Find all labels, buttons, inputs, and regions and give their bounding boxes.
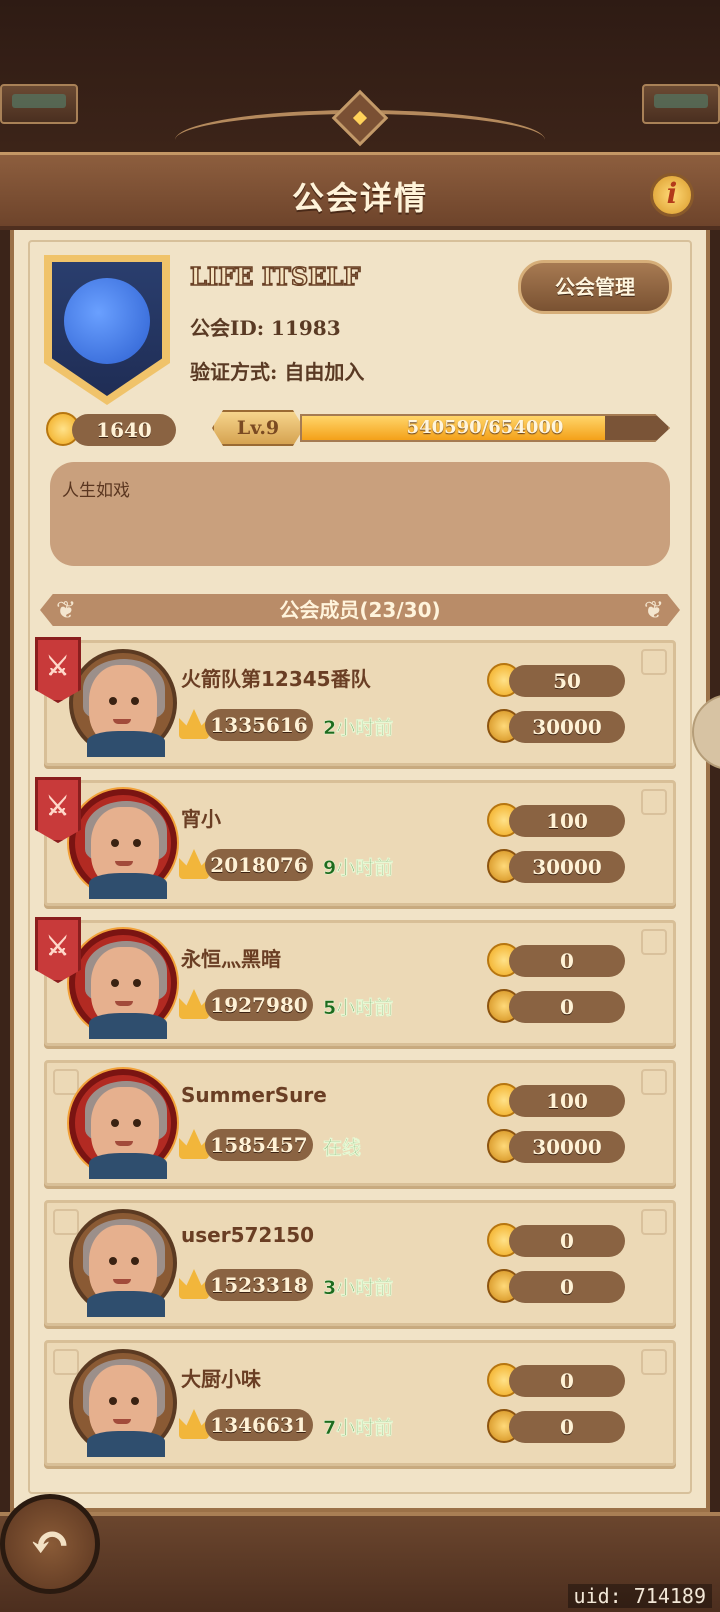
member-gold: 30000 [509, 711, 625, 743]
member-contribution: 0 [509, 945, 625, 977]
page-title: 公会详情 [291, 179, 428, 217]
avatar-eye [133, 979, 141, 987]
member-gold: 0 [509, 991, 625, 1023]
guild-level-badge: Lv.9 [212, 410, 304, 446]
guild-id: 公会ID: 11983 [190, 316, 341, 340]
avatar-eye [133, 839, 141, 847]
avatar-eye [131, 1397, 139, 1405]
avatar-mouth [115, 1141, 133, 1146]
member-avatar[interactable] [69, 649, 177, 757]
member-name: 永恒灬黑暗 [181, 947, 281, 971]
avatar-eye [109, 697, 117, 705]
guild-coins: 1640 [72, 414, 176, 446]
member-gold: 30000 [509, 1131, 625, 1163]
avatar-mouth [113, 1279, 131, 1284]
member-last-seen: 在线 [323, 1137, 362, 1160]
member-row[interactable]: SummerSure 1585457 在线 100 30000 [44, 1060, 676, 1186]
member-contribution: 50 [509, 665, 625, 697]
member-avatar[interactable] [69, 929, 177, 1039]
member-gold: 30000 [509, 851, 625, 883]
guild-xp-text: 540590/654000 [406, 417, 564, 438]
avatar-coat [87, 731, 165, 757]
member-row[interactable]: ⚔ 永恒灬黑暗 1927980 5小时前 0 0 [35, 917, 676, 1046]
officer-rank-badge-icon: ⚔ [35, 917, 81, 983]
avatar-eye [109, 1257, 117, 1265]
member-gold: 0 [509, 1271, 625, 1303]
avatar-eye [133, 1119, 141, 1127]
uid-label: uid: 714189 [567, 1584, 712, 1608]
avatar-eye [111, 979, 119, 987]
avatar-eye [109, 1397, 117, 1405]
member-battle-power: 1335616 [205, 709, 313, 741]
member-avatar[interactable] [69, 1209, 177, 1317]
avatar-coat [87, 1431, 165, 1457]
member-avatar[interactable] [69, 1069, 177, 1179]
avatar-coat [89, 1153, 167, 1179]
member-avatar[interactable] [69, 1349, 177, 1457]
right-pillar-decoration [642, 84, 720, 124]
member-battle-power: 1523318 [205, 1269, 313, 1301]
member-name: 宵小 [181, 807, 221, 831]
guild-name: LIFE ITSELF [189, 261, 361, 292]
member-last-seen: 5小时前 [323, 997, 394, 1020]
member-last-seen: 7小时前 [323, 1417, 394, 1440]
avatar-mouth [113, 1419, 131, 1424]
member-last-seen: 2小时前 [323, 717, 394, 740]
bottom-bar: uid: 714189 [0, 1512, 720, 1612]
avatar-eye [111, 839, 119, 847]
member-battle-power: 1585457 [205, 1129, 313, 1161]
member-row[interactable]: ⚔ 宵小 2018076 9小时前 100 30000 [35, 777, 676, 906]
members-section-header: ❦ 公会成员(23/30) ❦ [40, 594, 680, 626]
title-bar: 公会详情 i [0, 152, 720, 230]
guild-manage-button[interactable]: 公会管理 [518, 260, 672, 314]
member-last-seen: 3小时前 [323, 1277, 394, 1300]
info-button[interactable]: i [650, 173, 694, 217]
officer-rank-badge-icon: ⚔ [35, 637, 81, 703]
member-battle-power: 1346631 [205, 1409, 313, 1441]
member-last-seen: 9小时前 [323, 857, 394, 880]
member-row[interactable]: user572150 1523318 3小时前 0 0 [44, 1200, 676, 1326]
member-name: 大厨小味 [181, 1367, 261, 1391]
left-pillar-decoration [0, 84, 78, 124]
guild-notice-box: 人生如戏 [50, 462, 670, 566]
member-name: 火箭队第12345番队 [181, 667, 371, 691]
back-button[interactable]: ↶ [0, 1494, 100, 1594]
avatar-mouth [113, 719, 131, 724]
avatar-coat [89, 1013, 167, 1039]
guild-notice-text: 人生如戏 [62, 481, 130, 501]
member-contribution: 100 [509, 1085, 625, 1117]
member-row[interactable]: ⚔ 火箭队第12345番队 1335616 2小时前 50 30000 [35, 637, 676, 766]
member-name: user572150 [181, 1223, 315, 1247]
member-row[interactable]: 大厨小味 1346631 7小时前 0 0 [44, 1340, 676, 1466]
wolf-emblem-icon [64, 278, 150, 364]
avatar-eye [131, 1257, 139, 1265]
fleur-right-icon: ❦ [643, 596, 664, 624]
guild-verify-mode: 验证方式: 自由加入 [190, 360, 365, 384]
member-contribution: 0 [509, 1365, 625, 1397]
avatar-coat [87, 1291, 165, 1317]
guild-xp-bar: 540590/654000 [300, 414, 670, 442]
member-battle-power: 1927980 [205, 989, 313, 1021]
member-gold: 0 [509, 1411, 625, 1443]
member-contribution: 0 [509, 1225, 625, 1257]
avatar-mouth [115, 861, 133, 866]
avatar-mouth [115, 1001, 133, 1006]
avatar-eye [111, 1119, 119, 1127]
member-avatar[interactable] [69, 789, 177, 899]
officer-rank-badge-icon: ⚔ [35, 777, 81, 843]
avatar-coat [89, 873, 167, 899]
members-section-title: 公会成员(23/30) [279, 598, 441, 622]
avatar-eye [131, 697, 139, 705]
member-battle-power: 2018076 [205, 849, 313, 881]
member-contribution: 100 [509, 805, 625, 837]
member-name: SummerSure [181, 1083, 327, 1107]
